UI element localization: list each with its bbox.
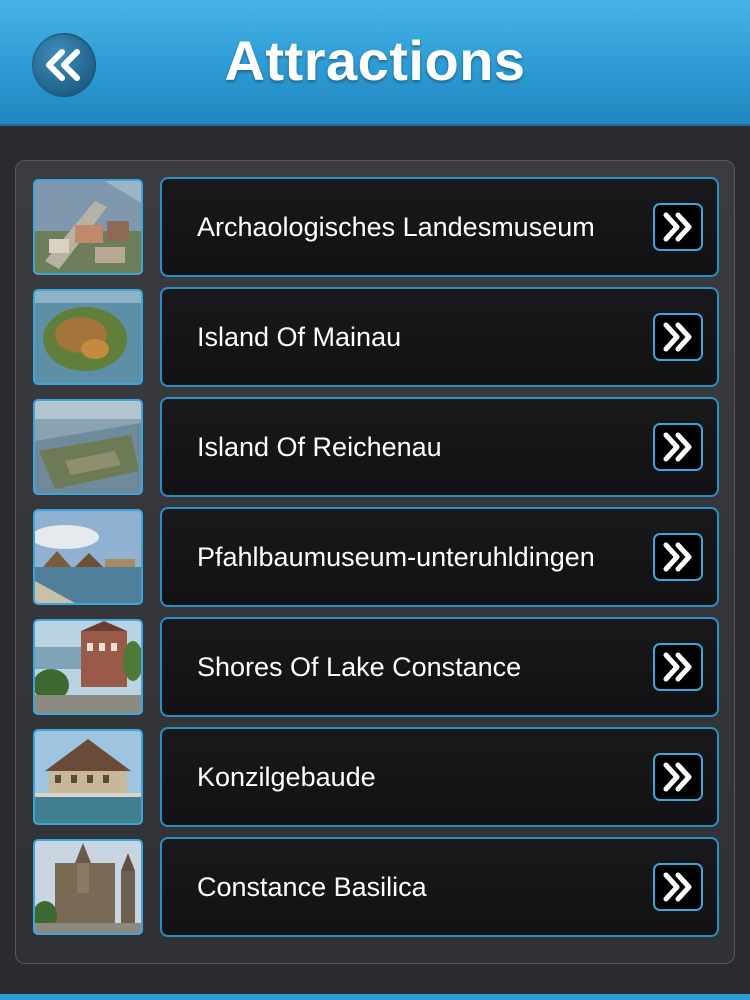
attractions-list: Archaologisches Landesmuseum Island Of M… bbox=[15, 160, 735, 964]
bottom-accent-bar bbox=[0, 994, 750, 1000]
list-item: Konzilgebaude bbox=[33, 727, 719, 827]
island-aerial-thumbnail[interactable] bbox=[33, 289, 143, 385]
double-chevron-right-icon bbox=[663, 432, 692, 462]
aerial-city-thumbnail[interactable] bbox=[33, 179, 143, 275]
double-chevron-right-icon bbox=[663, 542, 692, 572]
double-chevron-right-icon bbox=[663, 322, 692, 352]
go-button[interactable] bbox=[653, 753, 703, 801]
council-building-thumbnail[interactable] bbox=[33, 729, 143, 825]
attraction-label: Shores Of Lake Constance bbox=[197, 652, 522, 682]
top-bar: Attractions bbox=[0, 0, 750, 126]
list-item: Island Of Mainau bbox=[33, 287, 719, 387]
go-button[interactable] bbox=[653, 533, 703, 581]
attraction-label: Archaologisches Landesmuseum bbox=[197, 212, 595, 242]
double-chevron-right-icon bbox=[663, 652, 692, 682]
go-button[interactable] bbox=[653, 863, 703, 911]
attraction-label: Island Of Mainau bbox=[197, 322, 402, 352]
list-item: Shores Of Lake Constance bbox=[33, 617, 719, 717]
attraction-button[interactable]: Konzilgebaude bbox=[160, 727, 719, 827]
island-lake-thumbnail[interactable] bbox=[33, 399, 143, 495]
attraction-button[interactable]: Constance Basilica bbox=[160, 837, 719, 937]
list-item: Constance Basilica bbox=[33, 837, 719, 937]
go-button[interactable] bbox=[653, 203, 703, 251]
go-button[interactable] bbox=[653, 313, 703, 361]
attraction-button[interactable]: Island Of Reichenau bbox=[160, 397, 719, 497]
attraction-button[interactable]: Pfahlbaumuseum-unteruhldingen bbox=[160, 507, 719, 607]
pile-dwellings-thumbnail[interactable] bbox=[33, 509, 143, 605]
page-title: Attractions bbox=[224, 29, 526, 92]
attraction-label: Island Of Reichenau bbox=[197, 432, 442, 462]
double-chevron-right-icon bbox=[663, 762, 692, 792]
lakeshore-town-thumbnail[interactable] bbox=[33, 619, 143, 715]
attraction-label: Constance Basilica bbox=[197, 872, 427, 902]
double-chevron-right-icon bbox=[663, 212, 692, 242]
attraction-button[interactable]: Archaologisches Landesmuseum bbox=[160, 177, 719, 277]
list-item: Island Of Reichenau bbox=[33, 397, 719, 497]
go-button[interactable] bbox=[653, 423, 703, 471]
go-button[interactable] bbox=[653, 643, 703, 691]
attraction-button[interactable]: Island Of Mainau bbox=[160, 287, 719, 387]
double-chevron-right-icon bbox=[663, 872, 692, 902]
list-item: Archaologisches Landesmuseum bbox=[33, 177, 719, 277]
attraction-label: Pfahlbaumuseum-unteruhldingen bbox=[197, 542, 595, 572]
list-item: Pfahlbaumuseum-unteruhldingen bbox=[33, 507, 719, 607]
cathedral-thumbnail[interactable] bbox=[33, 839, 143, 935]
attraction-button[interactable]: Shores Of Lake Constance bbox=[160, 617, 719, 717]
attraction-label: Konzilgebaude bbox=[197, 762, 376, 792]
